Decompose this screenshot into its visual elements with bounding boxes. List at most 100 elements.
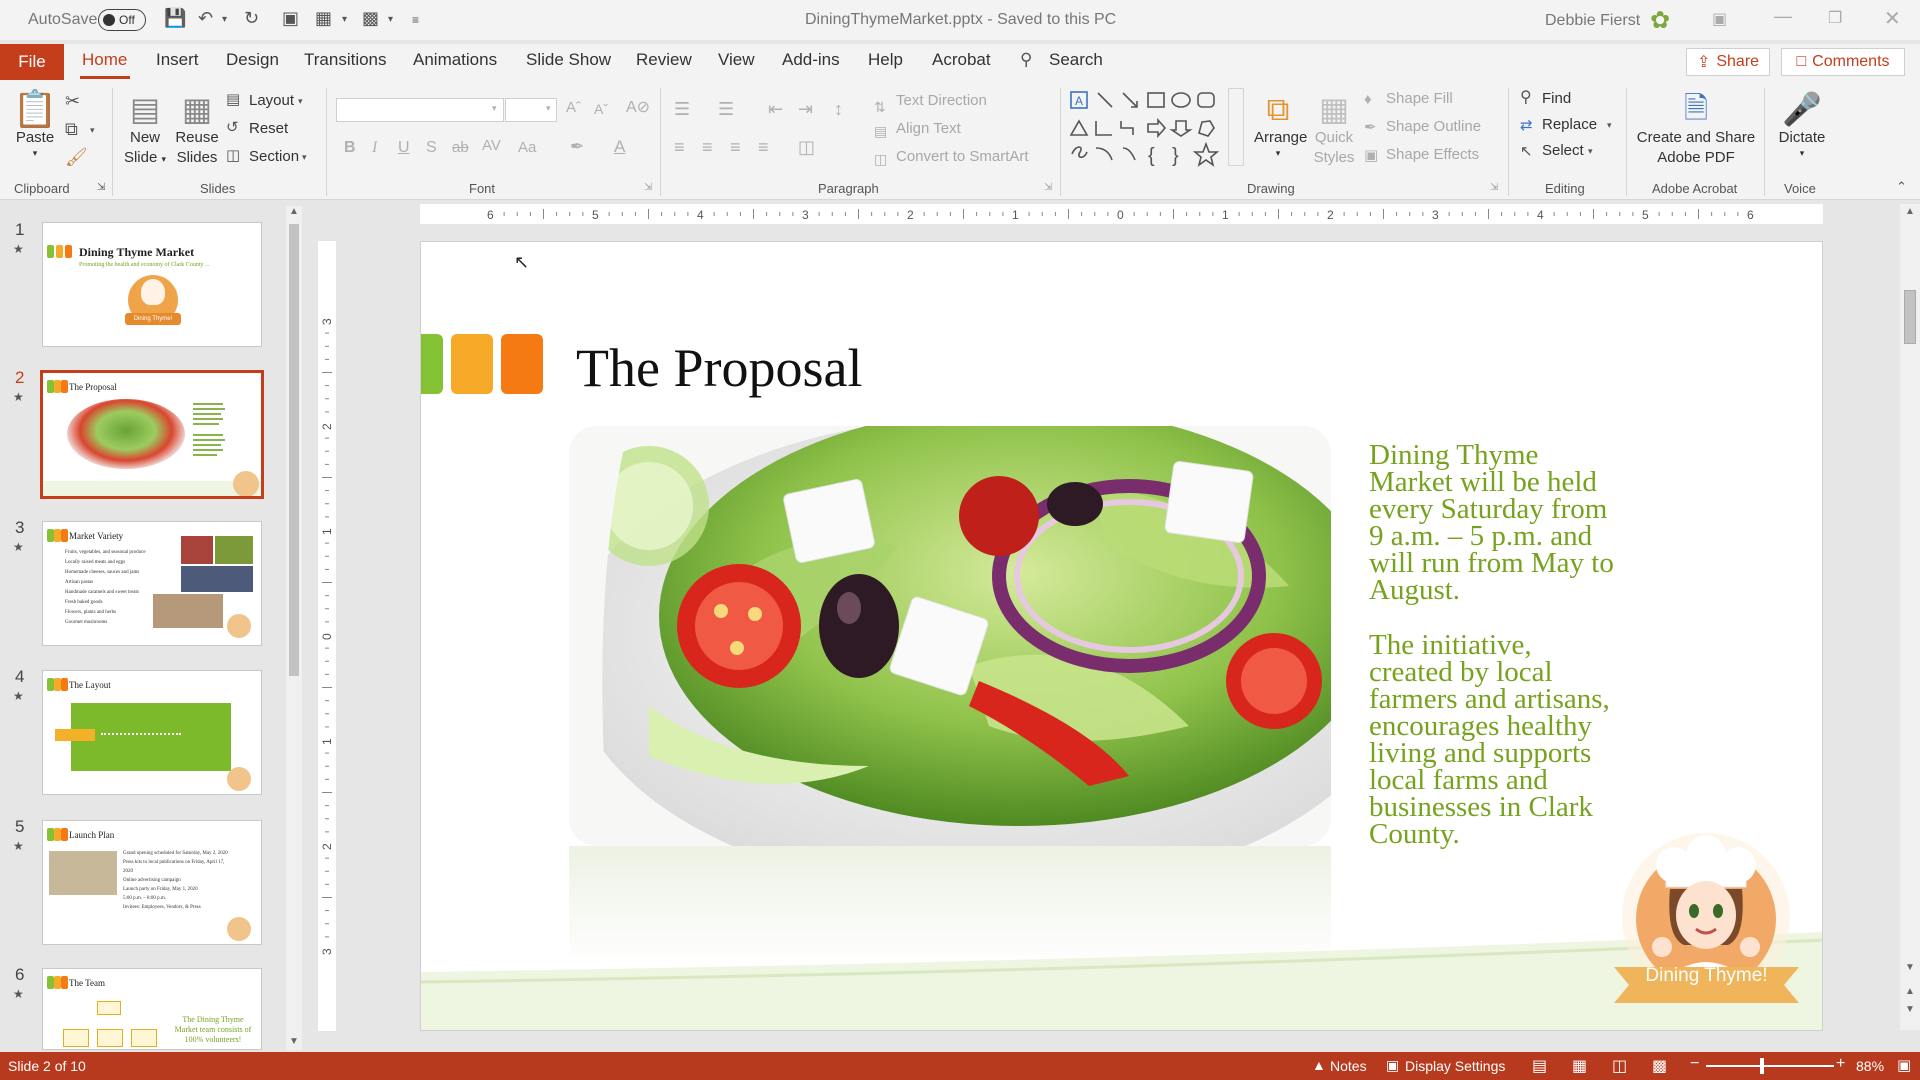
search-icon[interactable]: ⚲ (1020, 50, 1032, 70)
save-icon[interactable]: 💾 (164, 8, 186, 29)
slide-thumbnail-2[interactable]: The Proposal (40, 370, 264, 499)
slide-canvas[interactable]: The Proposal Dining Thyme Market will be… (420, 241, 1823, 1031)
undo-dropdown-icon[interactable]: ▾ (222, 14, 227, 25)
shape-fill-icon[interactable]: ♦ (1364, 92, 1372, 107)
section-button[interactable]: Section (249, 148, 299, 165)
replace-dropdown[interactable]: ▾ (1607, 121, 1612, 130)
shape-effects-icon[interactable]: ▣ (1364, 148, 1378, 163)
scroll-thumb[interactable] (289, 224, 299, 676)
share-button[interactable]: ⇪ Share (1686, 48, 1770, 76)
bullets-icon[interactable]: ☰ (674, 100, 690, 118)
layout-icon[interactable]: ▤ (226, 92, 240, 107)
scroll-thumb[interactable] (1904, 290, 1916, 344)
reset-button[interactable]: Reset (249, 120, 288, 137)
create-pdf-button[interactable]: 🗎 Create and Share Adobe PDF (1634, 90, 1758, 168)
dictate-button[interactable]: 🎤 Dictate ▾ (1772, 90, 1832, 158)
salad-photo[interactable] (569, 426, 1331, 846)
zoom-in-icon[interactable]: + (1836, 1055, 1845, 1073)
ribbon-display-icon[interactable]: ▣ (1712, 9, 1727, 29)
shadow-icon[interactable]: S (426, 140, 437, 156)
underline-icon[interactable]: U (398, 140, 410, 156)
section-dropdown[interactable]: ▾ (302, 153, 307, 162)
font-name-dropdown-icon[interactable]: ▾ (492, 104, 497, 113)
scroll-down-icon[interactable]: ▼ (1905, 962, 1915, 973)
replace-button[interactable]: Replace (1542, 116, 1597, 133)
font-launcher-icon[interactable]: ⇲ (644, 183, 652, 193)
previous-slide-icon[interactable]: ▲ (1905, 986, 1915, 997)
layout-dropdown-icon[interactable]: ▾ (342, 14, 347, 25)
paragraph-launcher-icon[interactable]: ⇲ (1044, 183, 1052, 193)
tab-slide-show[interactable]: Slide Show (526, 50, 611, 70)
tab-design[interactable]: Design (226, 50, 279, 70)
increase-font-icon[interactable]: Aˆ (566, 100, 581, 115)
new-slide-quick-icon[interactable]: ▩ (362, 8, 379, 29)
slide-thumbnail-5[interactable]: Launch Plan Grand opening scheduled for … (42, 820, 262, 945)
find-icon[interactable]: ⚲ (1520, 90, 1532, 106)
scroll-up-icon[interactable]: ▲ (1905, 206, 1915, 217)
display-settings-button[interactable]: Display Settings (1405, 1058, 1505, 1074)
zoom-level[interactable]: 88% (1856, 1058, 1884, 1074)
layout-quick-icon[interactable]: ▦ (315, 8, 332, 29)
slide-thumbnail-4[interactable]: The Layout (42, 670, 262, 795)
notes-button[interactable]: Notes (1330, 1058, 1367, 1074)
find-button[interactable]: Find (1542, 90, 1571, 107)
align-center-icon[interactable]: ≡ (702, 138, 713, 156)
clipboard-launcher-icon[interactable]: ⇲ (97, 183, 105, 193)
tab-transitions[interactable]: Transitions (304, 50, 387, 70)
reset-icon[interactable]: ↺ (226, 120, 239, 135)
zoom-out-icon[interactable]: − (1690, 1055, 1699, 1073)
restore-icon[interactable]: ❐ (1828, 8, 1842, 28)
text-direction-icon[interactable]: ⇅ (874, 100, 886, 114)
autosave-toggle[interactable]: Off (98, 9, 146, 31)
collapse-ribbon-icon[interactable]: ⌃ (1896, 180, 1907, 193)
line-spacing-icon[interactable]: ↕ (834, 100, 843, 118)
zoom-slider-thumb[interactable] (1760, 1058, 1764, 1074)
strikethrough-icon[interactable]: ab (452, 140, 469, 155)
tab-help[interactable]: Help (868, 50, 903, 70)
tab-review[interactable]: Review (636, 50, 692, 70)
change-case-icon[interactable]: Aa (518, 140, 536, 155)
section-icon[interactable]: ◫ (226, 148, 240, 163)
slide-thumbnail-6[interactable]: The Team The Dining Thyme Market team co… (42, 968, 262, 1050)
shapes-scroll[interactable] (1228, 88, 1244, 166)
vertical-ruler[interactable]: 3 2 1 0 1 2 3 (318, 241, 336, 1031)
zoom-slider[interactable] (1706, 1065, 1834, 1067)
align-text-button[interactable]: Align Text (896, 120, 961, 137)
redo-icon[interactable]: ↻ (244, 8, 259, 29)
slide-title[interactable]: The Proposal (576, 337, 862, 399)
text-direction-button[interactable]: Text Direction (896, 92, 987, 109)
user-name[interactable]: Debbie Fierst (1545, 12, 1640, 30)
italic-icon[interactable]: I (372, 140, 377, 156)
slide-thumbnail-3[interactable]: Market Variety Fruits, vegetables, and s… (42, 521, 262, 646)
select-icon[interactable]: ↖ (1520, 144, 1533, 159)
font-size-dropdown-icon[interactable]: ▾ (546, 104, 551, 113)
notes-icon[interactable]: ▲ (1312, 1057, 1326, 1073)
layout-dropdown[interactable]: ▾ (298, 97, 303, 106)
align-left-icon[interactable]: ≡ (674, 138, 685, 156)
layout-button[interactable]: Layout (249, 92, 294, 109)
shape-outline-icon[interactable]: ✒ (1364, 120, 1377, 135)
convert-smartart-button[interactable]: Convert to SmartArt (896, 148, 1029, 165)
slide-body-paragraph-2[interactable]: The initiative, created by local farmers… (1369, 631, 1610, 849)
slide-body-paragraph-1[interactable]: Dining Thyme Market will be held every S… (1369, 441, 1614, 605)
close-icon[interactable]: ✕ (1884, 6, 1901, 31)
new-slide-dropdown-icon[interactable]: ▾ (388, 14, 393, 25)
format-painter-icon[interactable]: 🖌 (65, 148, 88, 166)
select-dropdown[interactable]: ▾ (1588, 147, 1593, 156)
shape-fill-button[interactable]: Shape Fill (1386, 90, 1453, 107)
shapes-gallery[interactable]: A { } (1068, 88, 1236, 174)
decrease-indent-icon[interactable]: ⇤ (768, 100, 783, 118)
minimize-icon[interactable]: — (1774, 6, 1792, 27)
tab-home[interactable]: Home (82, 50, 127, 70)
slide-thumbnail-1[interactable]: Dining Thyme Market Promoting the health… (42, 222, 262, 347)
decrease-font-icon[interactable]: Aˇ (594, 102, 608, 116)
clear-formatting-icon[interactable]: A⊘ (626, 100, 650, 116)
justify-icon[interactable]: ≡ (758, 138, 769, 156)
cut-icon[interactable]: ✂ (65, 92, 80, 110)
bold-icon[interactable]: B (344, 140, 356, 156)
character-spacing-icon[interactable]: AV (482, 138, 501, 153)
customize-toolbar-icon[interactable]: ≡ (412, 13, 419, 27)
reuse-slides-button[interactable]: ▦ Reuse Slides (174, 90, 220, 168)
tab-file[interactable]: File (0, 44, 64, 80)
undo-icon[interactable]: ↶ (198, 8, 213, 29)
